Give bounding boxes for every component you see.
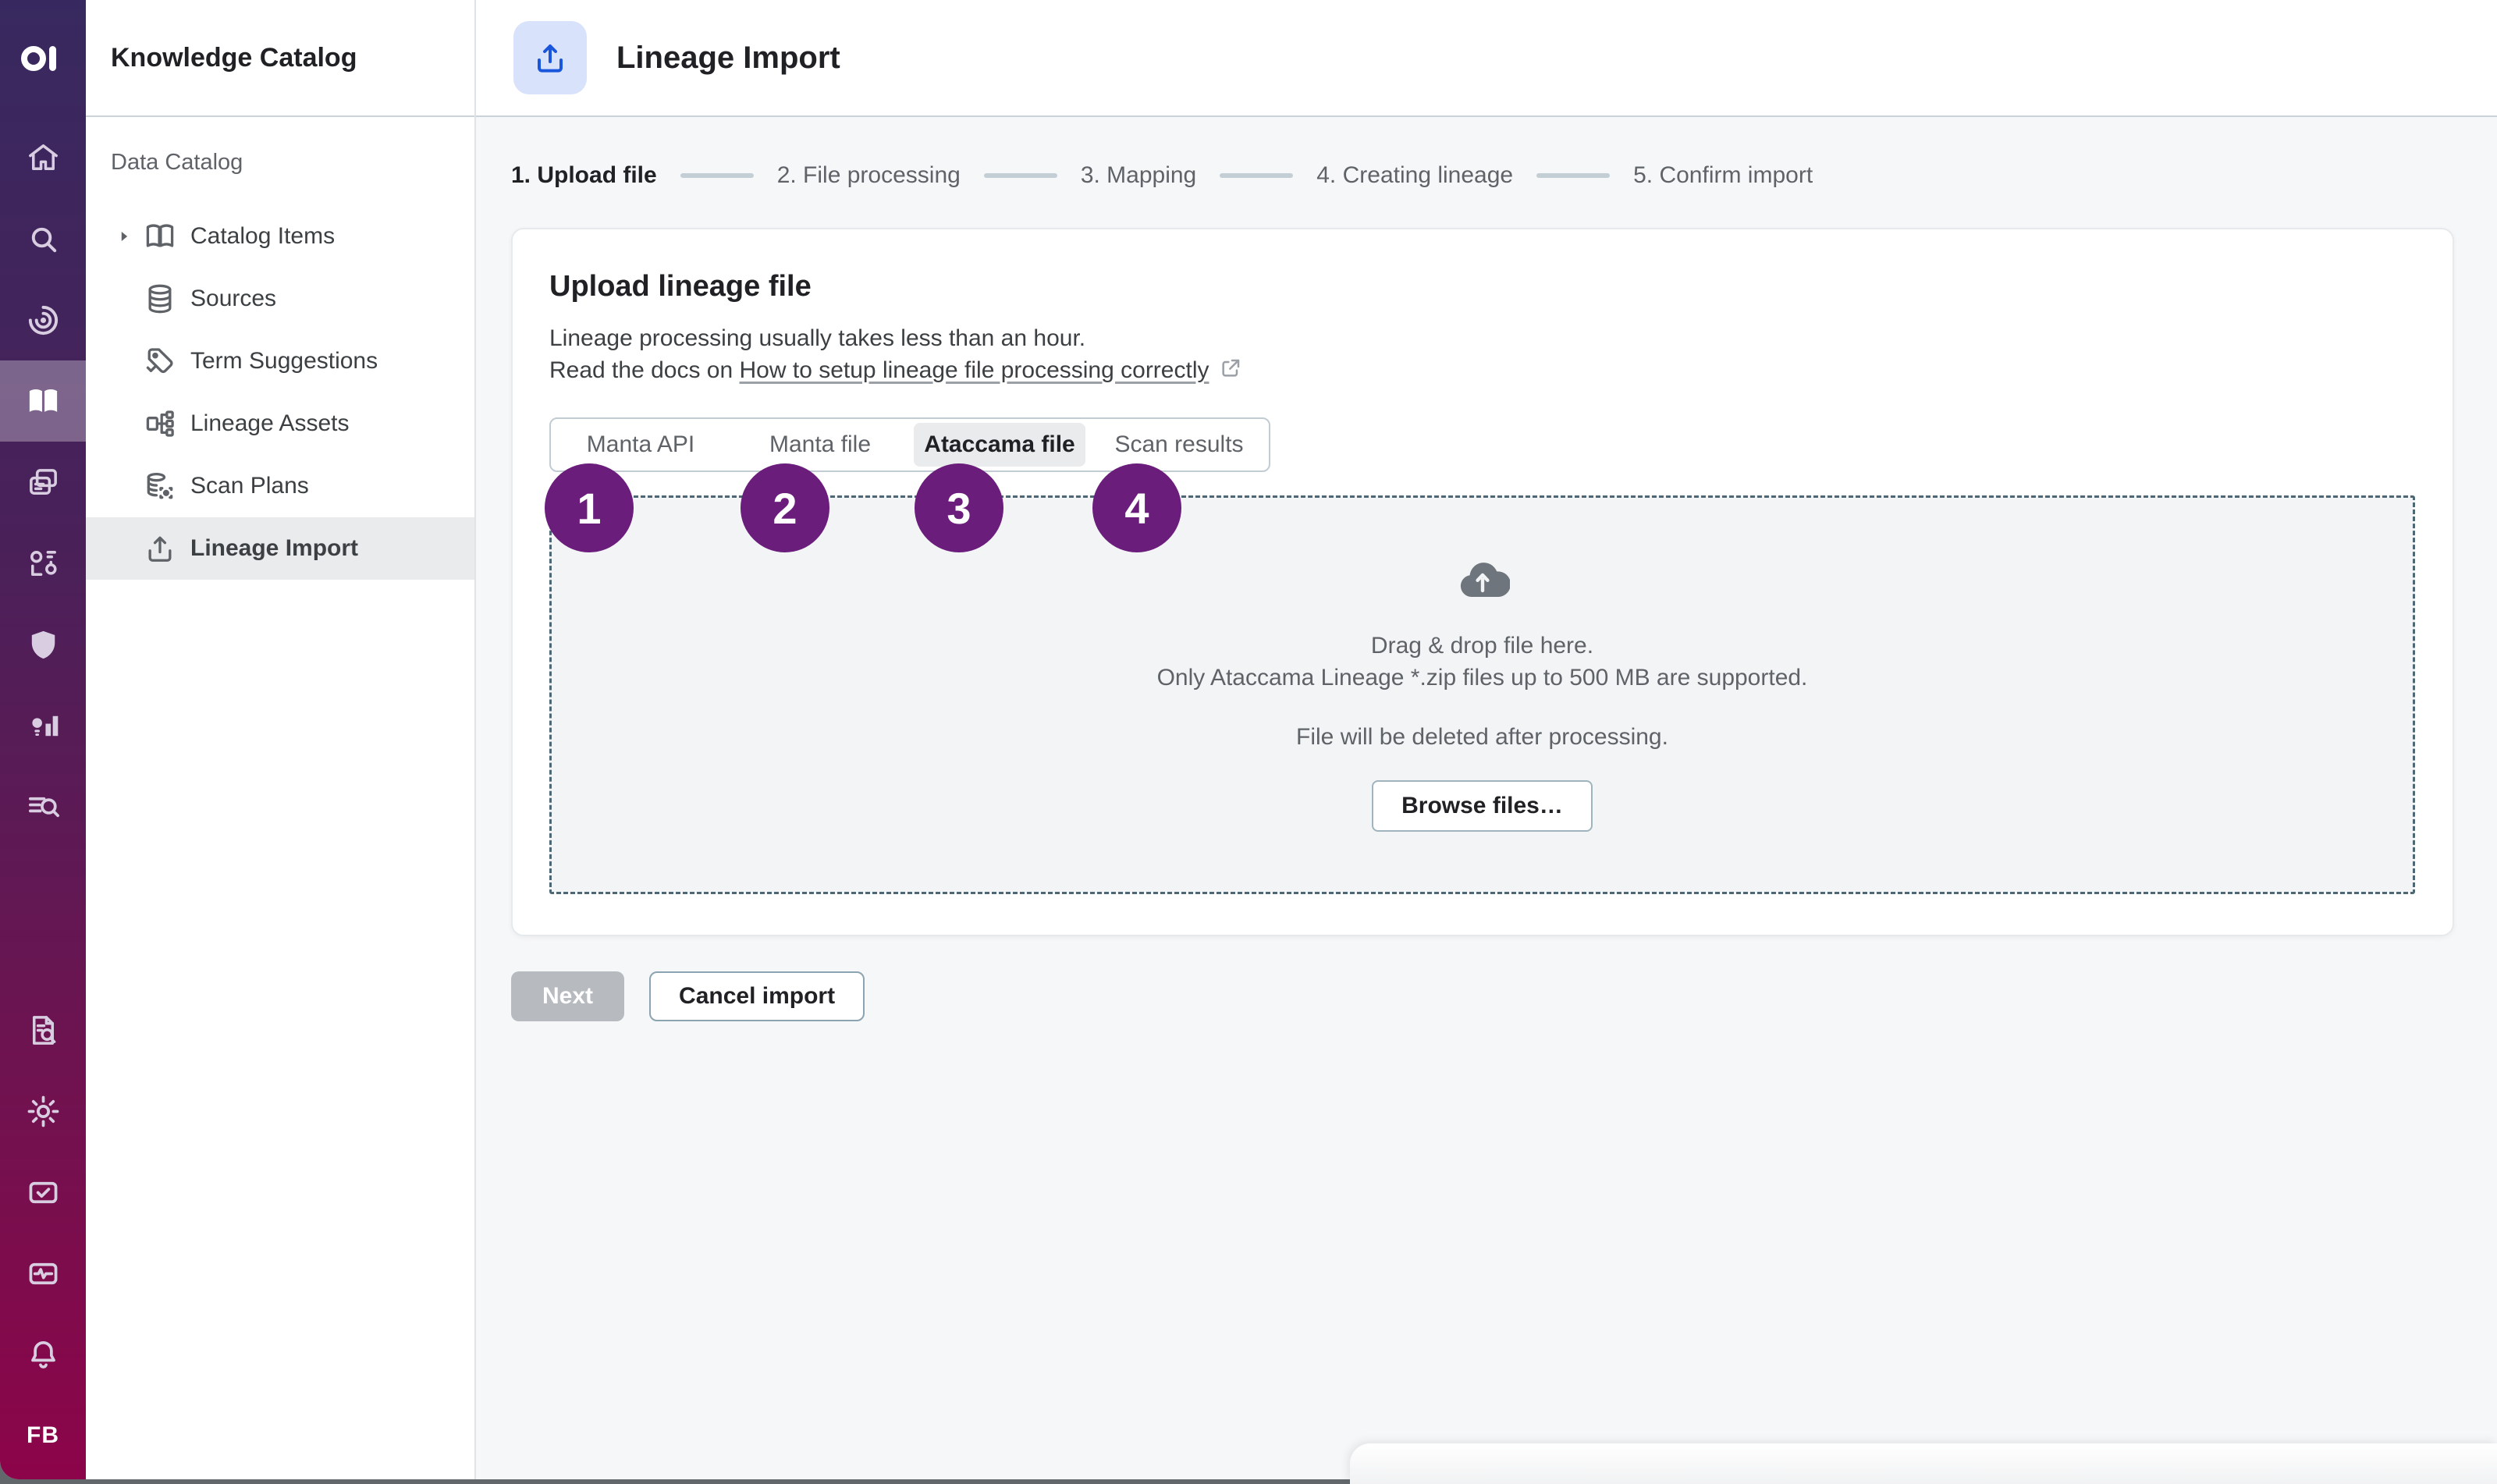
scan-database-icon (142, 469, 178, 503)
tag-icon (142, 344, 178, 378)
intro-line-1: Lineage processing usually takes less th… (549, 322, 2415, 354)
app-window: FB Knowledge Catalog Data Catalog Catalo… (0, 0, 2497, 1479)
database-icon (142, 282, 178, 316)
lineage-icon (142, 407, 178, 441)
sidebar-item-label: Lineage Import (190, 535, 358, 562)
annotation-badge-1: 1 (545, 463, 634, 552)
source-type-tabs: Manta API Manta file Ataccama file Scan … (549, 417, 1270, 472)
cloud-upload-icon (1455, 559, 1510, 603)
icon-rail: FB (0, 0, 86, 1479)
annotation-badge-2: 2 (741, 463, 829, 552)
query-search-icon[interactable] (0, 766, 86, 847)
file-dropzone[interactable]: Drag & drop file here. Only Ataccama Lin… (549, 495, 2415, 894)
shield-icon[interactable] (0, 604, 86, 685)
stepper-connector (1220, 173, 1293, 178)
sidebar-item-lineage-import[interactable]: Lineage Import (86, 517, 474, 580)
card-intro: Lineage processing usually takes less th… (549, 322, 2415, 389)
expand-caret-icon[interactable] (115, 228, 142, 245)
card-title: Upload lineage file (549, 270, 2415, 304)
page-content: 1. Upload file 2. File processing 3. Map… (476, 117, 2497, 1479)
sidebar-section-label: Data Catalog (86, 150, 474, 176)
avatar-initials: FB (27, 1422, 59, 1449)
cancel-import-button[interactable]: Cancel import (649, 971, 865, 1021)
apps-icon[interactable] (0, 523, 86, 604)
monitoring-icon[interactable] (0, 1233, 86, 1314)
sidebar: Knowledge Catalog Data Catalog Catalog I… (86, 0, 476, 1479)
import-stepper: 1. Upload file 2. File processing 3. Map… (511, 161, 2454, 190)
user-avatar[interactable]: FB (0, 1395, 86, 1476)
step-mapping: 3. Mapping (1081, 161, 1196, 190)
sidebar-items: Catalog Items Sources (86, 205, 474, 580)
tab-scan-results[interactable]: Scan results (1089, 419, 1269, 470)
sidebar-item-label: Term Suggestions (190, 348, 378, 375)
sidebar-item-label: Sources (190, 286, 276, 312)
dropzone-line-1: Drag & drop file here. (1371, 630, 1593, 662)
sidebar-item-term-suggestions[interactable]: Term Suggestions (86, 330, 474, 392)
tasks-icon[interactable] (0, 1152, 86, 1233)
home-icon[interactable] (0, 117, 86, 198)
page-header: Lineage Import (476, 0, 2497, 117)
tab-ataccama-file[interactable]: Ataccama file (914, 423, 1085, 467)
notifications-bell-icon[interactable] (0, 1314, 86, 1395)
external-link-icon[interactable] (1218, 356, 1243, 389)
open-book-icon (142, 219, 178, 254)
dropzone-line-2: Only Ataccama Lineage *.zip files up to … (1157, 662, 1808, 694)
sidebar-item-label: Lineage Assets (190, 410, 349, 437)
main-area: Lineage Import 1. Upload file 2. File pr… (476, 0, 2497, 1479)
dropzone-note: File will be deleted after processing. (1296, 724, 1668, 751)
upload-icon (531, 39, 569, 76)
bottom-sheet-edge (1350, 1443, 2497, 1484)
upload-icon (142, 531, 178, 566)
step-creating-lineage: 4. Creating lineage (1316, 161, 1513, 190)
annotation-badge-4: 4 (1092, 463, 1181, 552)
tab-manta-file[interactable]: Manta file (730, 419, 910, 470)
step-file-processing: 2. File processing (777, 161, 961, 190)
intro-line-2-prefix: Read the docs on (549, 357, 740, 383)
sidebar-item-scan-plans[interactable]: Scan Plans (86, 455, 474, 517)
page-title: Lineage Import (616, 41, 840, 76)
app-title: Knowledge Catalog (111, 43, 357, 73)
data-quality-icon[interactable] (0, 279, 86, 360)
browse-files-button[interactable]: Browse files… (1372, 780, 1593, 832)
audit-doc-icon[interactable] (0, 989, 86, 1070)
step-upload-file: 1. Upload file (511, 161, 657, 190)
annotation-badge-3: 3 (915, 463, 1003, 552)
stepper-connector (984, 173, 1057, 178)
stepper-connector (1536, 173, 1610, 178)
insights-icon[interactable] (0, 685, 86, 766)
stepper-connector (680, 173, 754, 178)
sidebar-item-label: Catalog Items (190, 223, 335, 250)
sidebar-item-catalog-items[interactable]: Catalog Items (86, 205, 474, 268)
ataccama-logo[interactable] (0, 0, 86, 117)
catalog-book-icon[interactable] (0, 360, 86, 442)
docs-link[interactable]: How to setup lineage file processing cor… (740, 357, 1209, 383)
search-icon[interactable] (0, 198, 86, 279)
page-icon-tile (513, 21, 587, 94)
sidebar-item-lineage-assets[interactable]: Lineage Assets (86, 392, 474, 455)
sidebar-item-sources[interactable]: Sources (86, 268, 474, 330)
next-button[interactable]: Next (511, 971, 624, 1021)
tab-manta-api[interactable]: Manta API (551, 419, 730, 470)
settings-gear-icon[interactable] (0, 1070, 86, 1152)
projects-icon[interactable] (0, 442, 86, 523)
rail-spacer (0, 847, 86, 989)
wizard-actions: Next Cancel import (511, 971, 2454, 1021)
intro-line-2: Read the docs on How to setup lineage fi… (549, 354, 2415, 389)
upload-card: Upload lineage file Lineage processing u… (511, 228, 2454, 936)
sidebar-header: Knowledge Catalog (86, 0, 474, 117)
sidebar-item-label: Scan Plans (190, 473, 309, 499)
step-confirm-import: 5. Confirm import (1633, 161, 1813, 190)
